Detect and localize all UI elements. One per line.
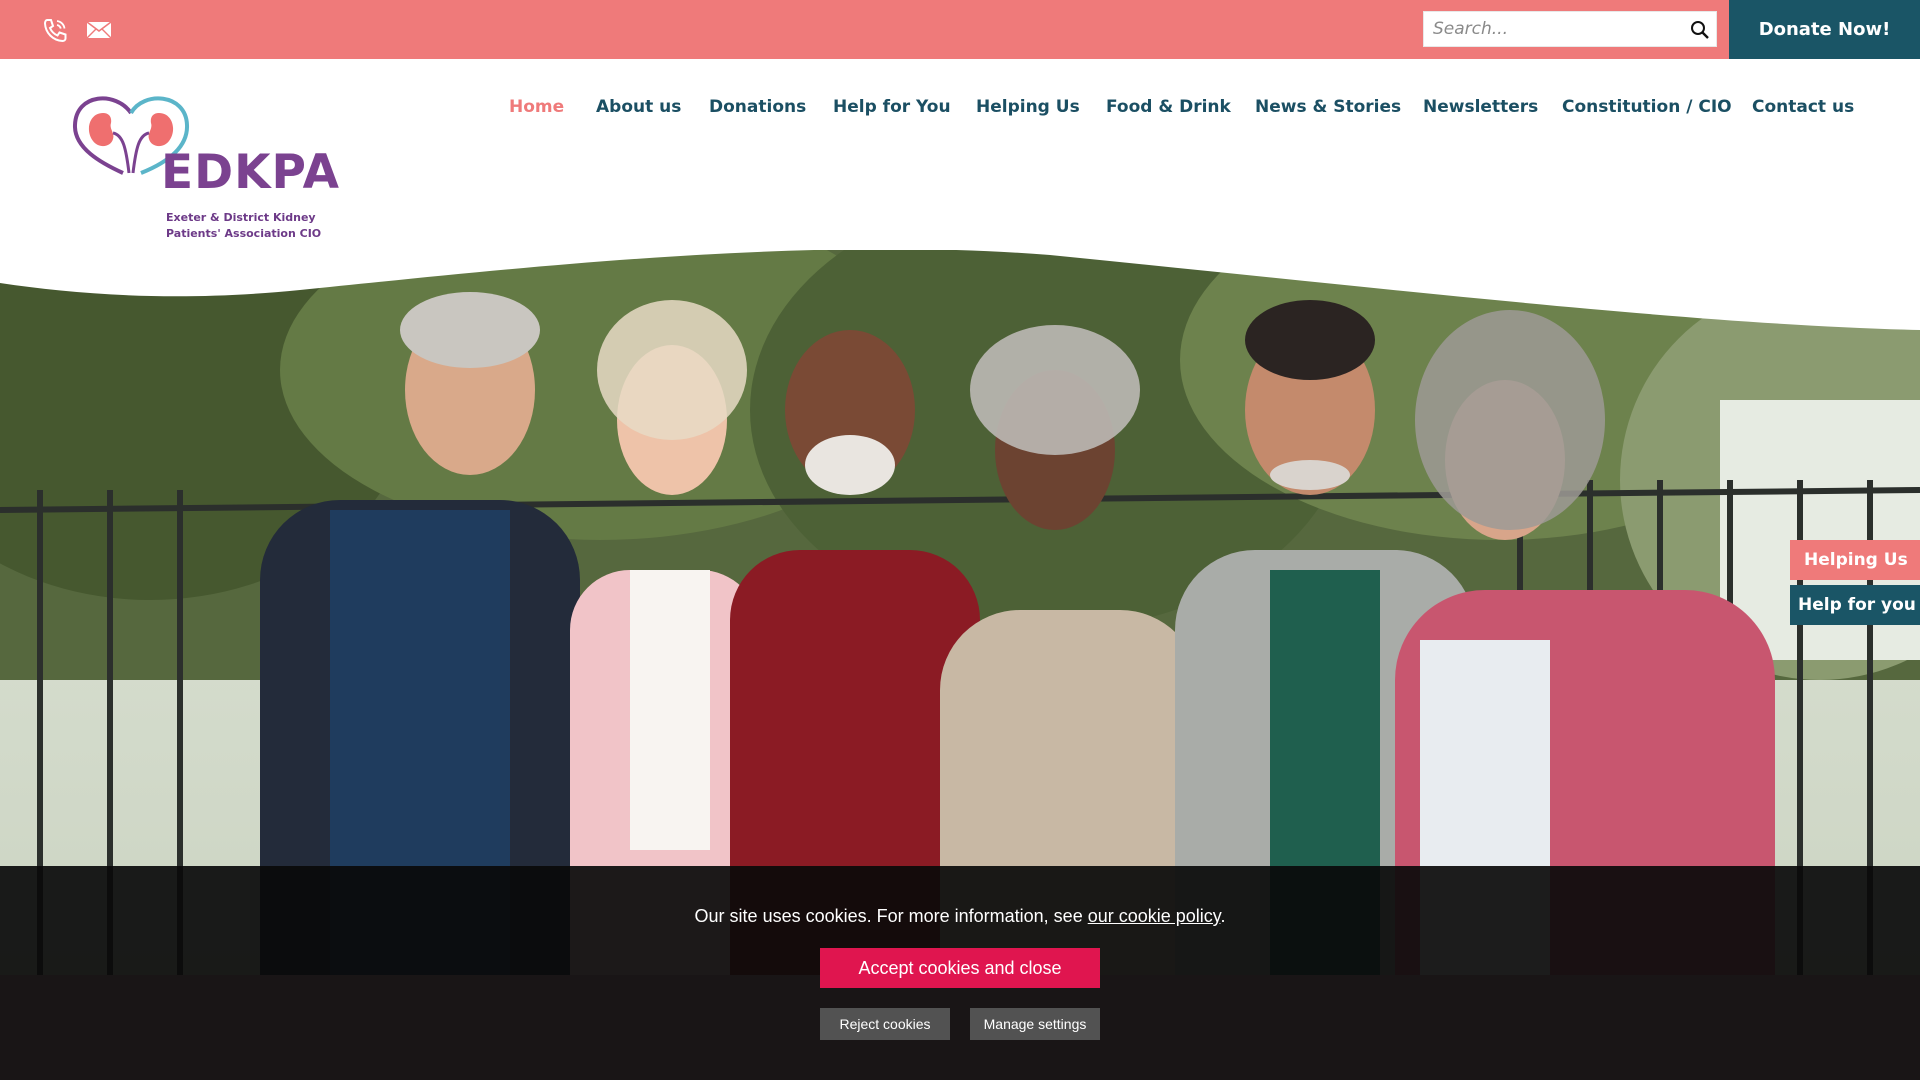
top-bar: Donate Now! [0, 0, 1920, 59]
cookie-message-text: Our site uses cookies. For more informat… [694, 906, 1088, 926]
nav-item-newsletters[interactable]: Newsletters [1423, 97, 1538, 117]
nav-item-food-drink[interactable]: Food & Drink [1106, 97, 1231, 117]
nav-item-constitution-cio[interactable]: Constitution / CIO [1562, 97, 1732, 117]
cookie-banner-footer [0, 975, 1920, 1080]
nav-item-about-us[interactable]: About us [596, 97, 681, 117]
nav-item-contact-us[interactable]: Contact us [1752, 97, 1854, 117]
nav-item-helping-us[interactable]: Helping Us [976, 97, 1080, 117]
logo-subtitle-line1: Exeter & District Kidney [166, 211, 316, 224]
nav-item-help-for-you[interactable]: Help for You [833, 97, 951, 117]
cookie-message: Our site uses cookies. For more informat… [0, 906, 1920, 927]
logo-wordmark: EDKPA [161, 145, 341, 200]
site-logo[interactable]: EDKPA Exeter & District Kidney Patients'… [71, 93, 351, 245]
search-icon[interactable] [1690, 20, 1710, 40]
search-input[interactable] [1424, 12, 1674, 46]
accept-cookies-button[interactable]: Accept cookies and close [820, 948, 1100, 988]
logo-subtitle-line2: Patients' Association CIO [166, 227, 322, 240]
nav-item-home[interactable]: Home [509, 97, 564, 117]
reject-cookies-button[interactable]: Reject cookies [820, 1008, 950, 1040]
cookie-message-end: . [1220, 906, 1226, 926]
search-box [1423, 11, 1717, 47]
manage-settings-button[interactable]: Manage settings [970, 1008, 1100, 1040]
nav-item-news-stories[interactable]: News & Stories [1255, 97, 1401, 117]
mail-icon[interactable] [85, 17, 113, 43]
donate-button[interactable]: Donate Now! [1729, 0, 1920, 59]
side-tab-help-for-you[interactable]: Help for you [1790, 585, 1920, 625]
cookie-policy-link[interactable]: our cookie policy [1088, 906, 1221, 926]
side-tab-helping-us[interactable]: Helping Us [1790, 540, 1920, 580]
phone-icon[interactable] [41, 17, 69, 43]
nav-item-donations[interactable]: Donations [709, 97, 806, 117]
